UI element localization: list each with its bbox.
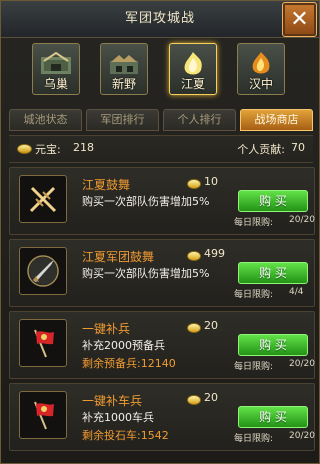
shop-item: 江夏军团鼓舞 499 购买一次部队伤害增加5% 购 买 每日限购: 4/4 (9, 239, 315, 307)
camp-icon (41, 51, 71, 74)
daily-limit-value: 20/20 (289, 359, 315, 369)
red-flag-icon (34, 401, 54, 430)
tab-legion-ranking[interactable]: 军团排行 (86, 109, 159, 131)
tab-personal-ranking[interactable]: 个人排行 (163, 109, 236, 131)
city-selector: 乌巢 新野 江夏 汉中 (1, 39, 319, 101)
city-name-hanzhong: 汉中 (248, 77, 273, 91)
item-name: 一键补车兵 (82, 394, 143, 408)
item-price: 499 (204, 247, 225, 260)
city-tile-jiangxia[interactable]: 江夏 (169, 43, 217, 95)
item-price: 10 (204, 175, 218, 188)
item-name: 一键补兵 (82, 322, 131, 336)
buy-button[interactable]: 购 买 (238, 190, 308, 212)
item-description: 补充1000车兵 (82, 411, 154, 424)
daily-limit-label: 每日限购: (234, 290, 274, 300)
window-title: 军团攻城战 (124, 11, 195, 26)
buy-button[interactable]: 购 买 (238, 406, 308, 428)
shop-item: 江夏鼓舞 10 购买一次部队伤害增加5% 购 买 每日限购: 20/20 (9, 167, 315, 235)
yuanbao-value: 218 (73, 141, 94, 154)
daily-limit-value: 4/4 (289, 287, 304, 297)
item-icon-frame (19, 247, 67, 295)
item-description: 购买一次部队伤害增加5% (82, 267, 210, 280)
city-name-jiangxia: 江夏 (180, 77, 205, 91)
item-description: 购买一次部队伤害增加5% (82, 195, 210, 208)
title-bar: 军团攻城战 ✕ (1, 1, 319, 38)
contribution-label: 个人贡献: (237, 143, 285, 156)
close-button[interactable]: ✕ (282, 2, 317, 37)
item-name: 江夏鼓舞 (82, 178, 131, 192)
contribution-value: 70 (291, 141, 305, 154)
item-icon-frame (19, 175, 67, 223)
tab-battle-shop[interactable]: 战场商店 (240, 109, 313, 131)
item-icon-frame (19, 319, 67, 367)
item-remaining: 剩余预备兵:12140 (82, 357, 176, 370)
city-name-xinye: 新野 (111, 77, 136, 91)
close-x-icon: ✕ (290, 7, 309, 32)
item-remaining: 剩余投石车:1542 (82, 429, 169, 442)
tab-city-status[interactable]: 城池状态 (9, 109, 82, 131)
city-tile-xinye[interactable]: 新野 (100, 43, 148, 95)
blade-emblem-icon (27, 255, 59, 287)
tab-bar: 城池状态 军团排行 个人排行 战场商店 (9, 109, 313, 131)
village-icon (110, 55, 138, 74)
crossed-swords-icon (29, 186, 57, 213)
buy-button[interactable]: 购 买 (238, 262, 308, 284)
item-icon-frame (19, 391, 67, 439)
yuanbao-label: 元宝: (35, 143, 61, 156)
price-group: 20 (187, 391, 247, 405)
war-shop-window: 军团攻城战 ✕ 乌巢 新野 江夏 汉中 城池状态 军团排行 个人排行 战场商店 … (0, 0, 320, 464)
item-name: 江夏军团鼓舞 (82, 250, 155, 264)
shop-item: 一键补车兵 20 补充1000车兵 剩余投石车:1542 购 买 每日限购: 2… (9, 383, 315, 451)
city-tile-wuchao[interactable]: 乌巢 (32, 43, 80, 95)
item-price: 20 (204, 391, 218, 404)
red-flag-icon (34, 329, 54, 358)
daily-limit-label: 每日限购: (234, 218, 274, 228)
price-group: 10 (187, 175, 247, 189)
daily-limit-label: 每日限购: (234, 362, 274, 372)
gold-ingot-icon (187, 395, 201, 405)
currency-summary: 元宝: 218 个人贡献: 70 (9, 135, 313, 163)
city-name-wuchao: 乌巢 (43, 77, 68, 91)
shop-item-list: 江夏鼓舞 10 购买一次部队伤害增加5% 购 买 每日限购: 20/20 江夏军… (9, 167, 315, 457)
item-price: 20 (204, 319, 218, 332)
daily-limit-value: 20/20 (289, 215, 315, 225)
gold-ingot-icon (187, 179, 201, 189)
price-group: 499 (187, 247, 247, 261)
shop-item: 一键补兵 20 补充2000预备兵 剩余预备兵:12140 购 买 每日限购: … (9, 311, 315, 379)
city-tile-hanzhong[interactable]: 汉中 (237, 43, 285, 95)
item-description: 补充2000预备兵 (82, 339, 165, 352)
gold-ingot-icon (17, 144, 32, 154)
fire-icon (184, 52, 202, 75)
daily-limit-label: 每日限购: (234, 434, 274, 444)
flame-icon (252, 52, 270, 74)
buy-button[interactable]: 购 买 (238, 334, 308, 356)
price-group: 20 (187, 319, 247, 333)
gold-ingot-icon (187, 323, 201, 333)
daily-limit-value: 20/20 (289, 431, 315, 441)
gold-ingot-icon (187, 251, 201, 261)
